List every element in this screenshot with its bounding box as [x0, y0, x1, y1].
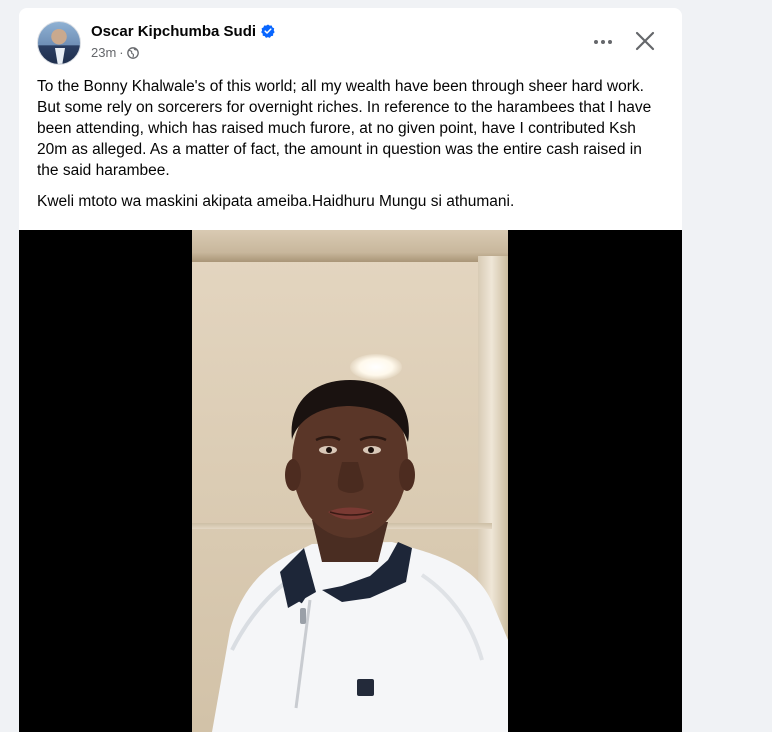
author-name[interactable]: Oscar Kipchumba Sudi — [91, 23, 275, 40]
author-name-text[interactable]: Oscar Kipchumba Sudi — [91, 23, 256, 40]
close-icon[interactable] — [632, 28, 658, 54]
post-meta: 23m · — [91, 45, 139, 60]
more-options-icon — [594, 40, 598, 44]
post-header: Oscar Kipchumba Sudi 23m · — [19, 8, 682, 68]
more-options-button[interactable] — [589, 28, 617, 56]
author-avatar[interactable] — [37, 21, 81, 65]
post-video[interactable] — [19, 230, 682, 732]
meta-separator: · — [119, 45, 124, 60]
post-paragraph-2: Kweli mtoto wa maskini akipata ameiba.Ha… — [37, 193, 515, 210]
post-timestamp[interactable]: 23m — [91, 45, 116, 60]
post-body: To the Bonny Khalwale's of this world; a… — [37, 76, 667, 222]
verified-badge-icon — [261, 24, 275, 38]
globe-icon[interactable] — [126, 46, 139, 59]
post-card: Oscar Kipchumba Sudi 23m · To the Bonny … — [19, 8, 682, 732]
more-options-dot — [608, 40, 612, 44]
post-paragraph-1: To the Bonny Khalwale's of this world; a… — [37, 78, 652, 179]
more-options-dot — [601, 40, 605, 44]
speaker-image — [212, 380, 508, 732]
video-frame — [192, 230, 508, 732]
